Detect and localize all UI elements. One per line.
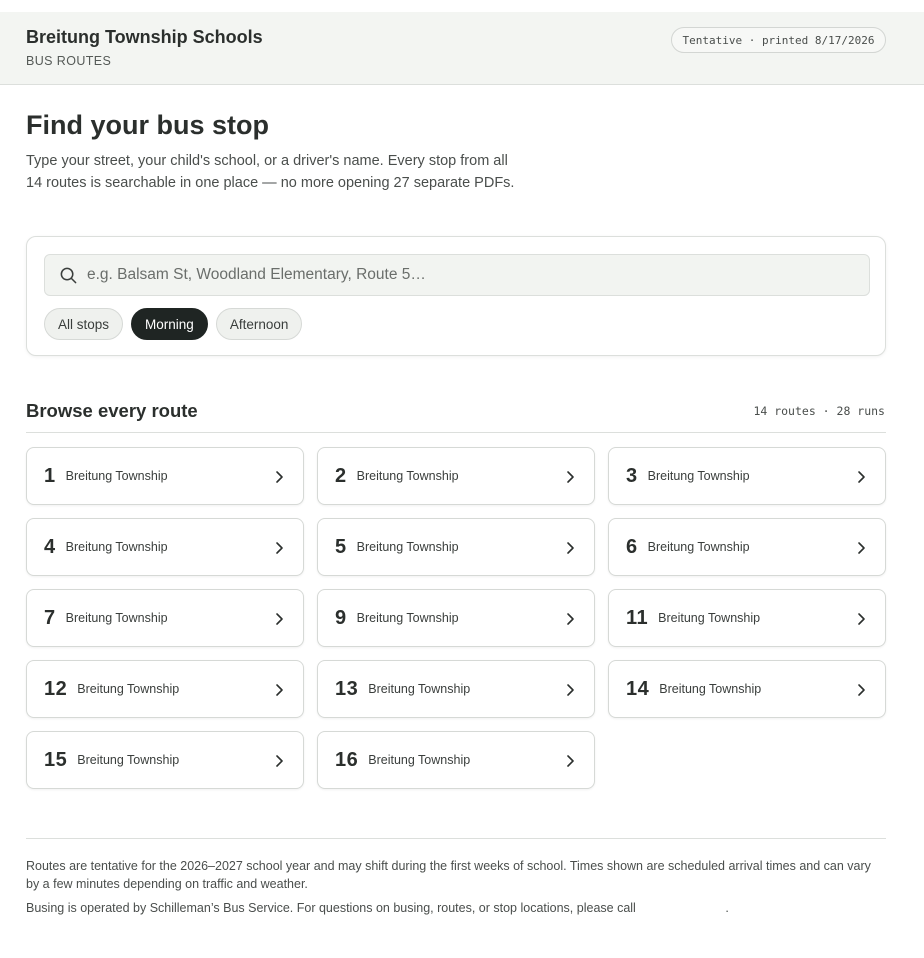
route-number: 14 xyxy=(626,677,650,700)
route-number: 3 xyxy=(626,464,638,487)
route-card-6[interactable]: 6 Breitung Township xyxy=(608,518,886,576)
chevron-right-icon xyxy=(567,471,574,483)
chevron-right-icon xyxy=(567,613,574,625)
route-number: 4 xyxy=(44,535,56,558)
search-icon xyxy=(60,267,77,284)
route-name: Breitung Township xyxy=(659,682,762,696)
route-name: Breitung Township xyxy=(647,469,750,483)
route-grid: 1 Breitung Township 2 Breitung Township 3 Bre… xyxy=(26,447,886,789)
route-number: 2 xyxy=(335,464,347,487)
page-title: Find your bus stop xyxy=(26,110,269,140)
route-card-12[interactable]: 12 Breitung Township xyxy=(26,660,304,718)
route-number: 12 xyxy=(44,677,68,700)
route-name: Breitung Township xyxy=(65,611,168,625)
route-number: 13 xyxy=(335,677,359,700)
chevron-right-icon xyxy=(858,613,865,625)
route-number: 9 xyxy=(335,606,347,629)
route-card-2[interactable]: 2 Breitung Township xyxy=(317,447,595,505)
route-name: Breitung Township xyxy=(368,682,471,696)
route-card-4[interactable]: 4 Breitung Township xyxy=(26,518,304,576)
route-number: 6 xyxy=(626,535,638,558)
route-name: Breitung Township xyxy=(647,540,750,554)
section-label: BUS ROUTES xyxy=(26,54,112,68)
route-name: Breitung Township xyxy=(356,469,459,483)
section-divider xyxy=(26,432,886,433)
route-card-11[interactable]: 11 Breitung Township xyxy=(608,589,886,647)
chevron-right-icon xyxy=(276,542,283,554)
status-badge: Tentative · printed 8/17/2026 xyxy=(671,27,886,53)
search-input[interactable] xyxy=(87,255,857,295)
route-name: Breitung Township xyxy=(356,611,459,625)
filter-group: All stops Morning Afternoon xyxy=(44,308,303,340)
chevron-right-icon xyxy=(858,471,865,483)
chevron-right-icon xyxy=(567,542,574,554)
chevron-right-icon xyxy=(858,684,865,696)
search-card: All stops Morning Afternoon xyxy=(26,236,886,356)
route-card-13[interactable]: 13 Breitung Township xyxy=(317,660,595,718)
section-title: Browse every route xyxy=(26,400,198,421)
route-number: 15 xyxy=(44,748,68,771)
route-name: Breitung Township xyxy=(77,682,180,696)
filter-morning[interactable]: Morning xyxy=(131,308,208,340)
footer-note: Routes are tentative for the 2026–2027 s… xyxy=(26,859,871,891)
search-box[interactable] xyxy=(44,254,870,296)
footer-contact-text: Busing is operated by Schilleman’s Bus S… xyxy=(26,901,636,915)
footer-contact-end: . xyxy=(725,901,729,915)
route-name: Breitung Township xyxy=(368,753,471,767)
route-name: Breitung Township xyxy=(658,611,761,625)
route-number: 16 xyxy=(335,748,359,771)
page-intro: Type your street, your child's school, o… xyxy=(26,153,515,191)
route-number: 1 xyxy=(44,464,56,487)
filter-all-stops[interactable]: All stops xyxy=(44,308,124,340)
chevron-right-icon xyxy=(276,471,283,483)
chevron-right-icon xyxy=(567,684,574,696)
route-name: Breitung Township xyxy=(65,469,168,483)
route-card-7[interactable]: 7 Breitung Township xyxy=(26,589,304,647)
route-number: 7 xyxy=(44,606,56,629)
chevron-right-icon xyxy=(858,542,865,554)
route-name: Breitung Township xyxy=(65,540,168,554)
route-card-1[interactable]: 1 Breitung Township xyxy=(26,447,304,505)
chevron-right-icon xyxy=(276,684,283,696)
filter-afternoon[interactable]: Afternoon xyxy=(215,308,303,340)
chevron-right-icon xyxy=(276,613,283,625)
route-card-9[interactable]: 9 Breitung Township xyxy=(317,589,595,647)
footer-contact: Busing is operated by Schilleman’s Bus S… xyxy=(26,899,886,917)
route-name: Breitung Township xyxy=(356,540,459,554)
route-card-5[interactable]: 5 Breitung Township xyxy=(317,518,595,576)
route-number: 11 xyxy=(626,606,649,629)
route-count: 14 routes · 28 runs xyxy=(753,404,885,418)
chevron-right-icon xyxy=(567,755,574,767)
route-number: 5 xyxy=(335,535,347,558)
route-card-16[interactable]: 16 Breitung Township xyxy=(317,731,595,789)
footer-divider xyxy=(26,838,886,839)
route-card-14[interactable]: 14 Breitung Township xyxy=(608,660,886,718)
org-name: Breitung Township Schools xyxy=(26,27,263,47)
route-card-3[interactable]: 3 Breitung Township xyxy=(608,447,886,505)
route-card-15[interactable]: 15 Breitung Township xyxy=(26,731,304,789)
chevron-right-icon xyxy=(276,755,283,767)
site-header: Breitung Township Schools BUS ROUTES Ten… xyxy=(0,12,924,85)
route-name: Breitung Township xyxy=(77,753,180,767)
